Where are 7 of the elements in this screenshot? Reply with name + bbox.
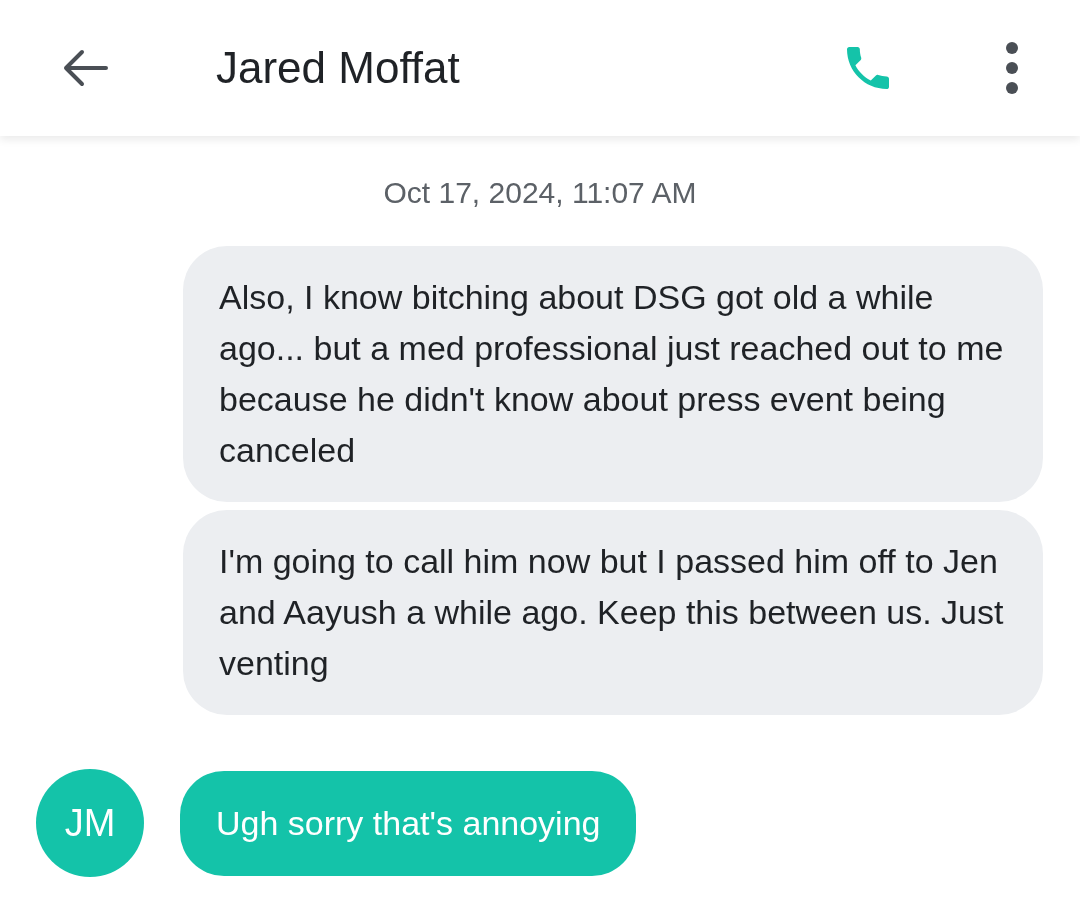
message-bubble: I'm going to call him now but I passed him off to Jen and Aayush a while ago. Keep this between us. Just venting (183, 510, 1043, 715)
message-bubble: Ugh sorry that's annoying (180, 770, 637, 876)
message-timestamp: Oct 17, 2024, 11:07 AM (382, 176, 698, 210)
contact-name: Jared Moffat (216, 43, 461, 93)
contact-avatar: JM (36, 769, 144, 877)
message-bubble: Also, I know bitching about DSG got old a while ago... but a med professional just reached out to me because he didn't know about press event being canceled (183, 246, 1043, 502)
more-options-icon[interactable] (1004, 40, 1020, 96)
